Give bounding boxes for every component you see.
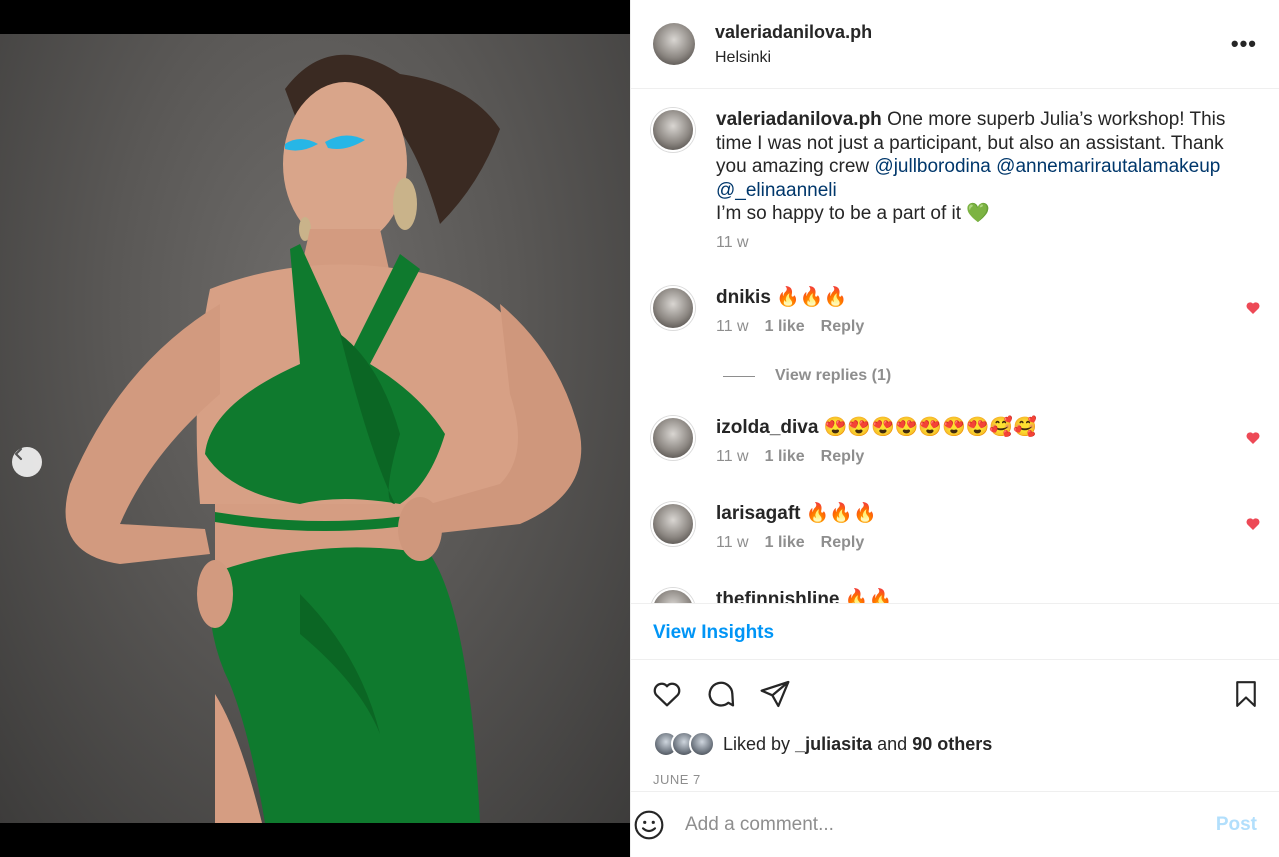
- comment-text: thefinnishline 🔥🔥: [716, 588, 1226, 603]
- caption-time[interactable]: 11 w: [716, 234, 749, 252]
- liked-heart-icon[interactable]: [1245, 516, 1261, 532]
- commenter-username[interactable]: dnikis: [716, 287, 771, 308]
- reply-button[interactable]: Reply: [821, 534, 865, 552]
- liked-heart-icon[interactable]: [1245, 300, 1261, 316]
- comment-input[interactable]: [685, 813, 1206, 836]
- comment-content: 🔥🔥: [844, 589, 893, 603]
- view-replies-button[interactable]: View replies (1): [723, 367, 891, 385]
- likes-summary: Liked by _juliasita and 90 others: [653, 731, 992, 757]
- media-panel: [0, 0, 630, 857]
- comment-body: thefinnishline 🔥🔥: [716, 588, 1226, 603]
- comment-body: larisagaft 🔥🔥🔥 11 w 1 like Reply: [716, 502, 1226, 552]
- save-bookmark-icon[interactable]: [1231, 679, 1261, 709]
- commenter-avatar[interactable]: [651, 502, 695, 546]
- post-location[interactable]: Helsinki: [715, 49, 872, 67]
- view-insights-link[interactable]: View Insights: [653, 622, 774, 643]
- caption-text: valeriadanilova.ph One more superb Julia…: [716, 108, 1226, 226]
- comment-meta: 11 w 1 like Reply: [716, 534, 1226, 552]
- liker-username[interactable]: _juliasita: [795, 734, 872, 755]
- comment-meta: 11 w 1 like Reply: [716, 318, 1226, 336]
- likes-prefix: Liked by: [723, 733, 791, 754]
- post-viewer: valeriadanilova.ph Helsinki ••• valeriad…: [0, 0, 1279, 857]
- caption: valeriadanilova.ph One more superb Julia…: [651, 108, 1261, 252]
- carousel-prev-button[interactable]: [12, 447, 42, 477]
- comment-content: 😍😍😍😍😍😍😍🥰🥰: [823, 417, 1037, 438]
- comment-likes[interactable]: 1 like: [765, 448, 805, 466]
- more-options-icon[interactable]: •••: [1231, 31, 1257, 57]
- post-photo[interactable]: [0, 34, 630, 823]
- comment-item: thefinnishline 🔥🔥: [651, 588, 1261, 603]
- caption-meta: 11 w: [716, 234, 1226, 252]
- comment-item: larisagaft 🔥🔥🔥 11 w 1 like Reply: [651, 502, 1261, 552]
- commenter-avatar[interactable]: [651, 416, 695, 460]
- replies-divider: [723, 375, 755, 377]
- reply-button[interactable]: Reply: [821, 318, 865, 336]
- commenter-username[interactable]: thefinnishline: [716, 589, 840, 603]
- comment-text: dnikis 🔥🔥🔥: [716, 286, 1226, 310]
- liker-avatar: [689, 731, 715, 757]
- comment-text: larisagaft 🔥🔥🔥: [716, 502, 1226, 526]
- comment-likes[interactable]: 1 like: [765, 318, 805, 336]
- view-replies-label: View replies (1): [775, 367, 892, 384]
- comments-list[interactable]: valeriadanilova.ph One more superb Julia…: [631, 90, 1279, 603]
- caption-line2: I’m so happy to be a part of it 💚: [716, 203, 990, 224]
- commenter-avatar[interactable]: [651, 286, 695, 330]
- author-avatar[interactable]: [653, 23, 695, 65]
- comment-body: izolda_diva 😍😍😍😍😍😍😍🥰🥰 11 w 1 like Reply: [716, 416, 1226, 466]
- comment-icon[interactable]: [705, 678, 737, 710]
- comment-content: 🔥🔥🔥: [776, 287, 848, 308]
- author-info: valeriadanilova.ph Helsinki: [715, 22, 872, 67]
- comment-text: izolda_diva 😍😍😍😍😍😍😍🥰🥰: [716, 416, 1226, 440]
- photo-illustration: [65, 54, 582, 823]
- comment-item: izolda_diva 😍😍😍😍😍😍😍🥰🥰 11 w 1 like Reply: [651, 416, 1261, 466]
- post-details-panel: valeriadanilova.ph Helsinki ••• valeriad…: [630, 0, 1279, 857]
- author-username[interactable]: valeriadanilova.ph: [715, 22, 872, 43]
- comment-time[interactable]: 11 w: [716, 318, 749, 336]
- insights-bar: View Insights: [631, 603, 1279, 660]
- likes-others-link[interactable]: 90 others: [912, 734, 992, 755]
- add-comment-bar: Post: [631, 791, 1279, 857]
- comment-meta: 11 w 1 like Reply: [716, 448, 1226, 466]
- comment-likes[interactable]: 1 like: [765, 534, 805, 552]
- share-icon[interactable]: [759, 678, 791, 710]
- caption-username[interactable]: valeriadanilova.ph: [716, 109, 882, 130]
- emoji-icon[interactable]: [633, 809, 665, 841]
- commenter-username[interactable]: izolda_diva: [716, 417, 818, 438]
- post-comment-button[interactable]: Post: [1216, 814, 1257, 836]
- liker-avatars: [653, 731, 715, 757]
- commenter-avatar[interactable]: [651, 588, 695, 603]
- comment-item: dnikis 🔥🔥🔥 11 w 1 like Reply: [651, 286, 1261, 336]
- commenter-username[interactable]: larisagaft: [716, 503, 800, 524]
- liked-heart-icon[interactable]: [1245, 430, 1261, 446]
- mention-link[interactable]: @_elinaanneli: [716, 180, 837, 201]
- post-header: valeriadanilova.ph Helsinki •••: [631, 0, 1279, 89]
- mention-link[interactable]: @jullborodina: [874, 156, 990, 177]
- post-date[interactable]: JUNE 7: [653, 772, 701, 787]
- comment-time[interactable]: 11 w: [716, 534, 749, 552]
- heart-icon[interactable]: [651, 678, 683, 710]
- mention-link[interactable]: @annemarirautalamakeup: [996, 156, 1220, 177]
- comment-body: dnikis 🔥🔥🔥 11 w 1 like Reply: [716, 286, 1226, 336]
- likes-mid: and: [877, 733, 908, 754]
- comment-content: 🔥🔥🔥: [805, 503, 877, 524]
- caption-body: valeriadanilova.ph One more superb Julia…: [716, 108, 1226, 252]
- comment-time[interactable]: 11 w: [716, 448, 749, 466]
- reply-button[interactable]: Reply: [821, 448, 865, 466]
- chevron-left-icon: [14, 447, 23, 461]
- caption-avatar[interactable]: [651, 108, 695, 152]
- action-bar: [651, 672, 1261, 716]
